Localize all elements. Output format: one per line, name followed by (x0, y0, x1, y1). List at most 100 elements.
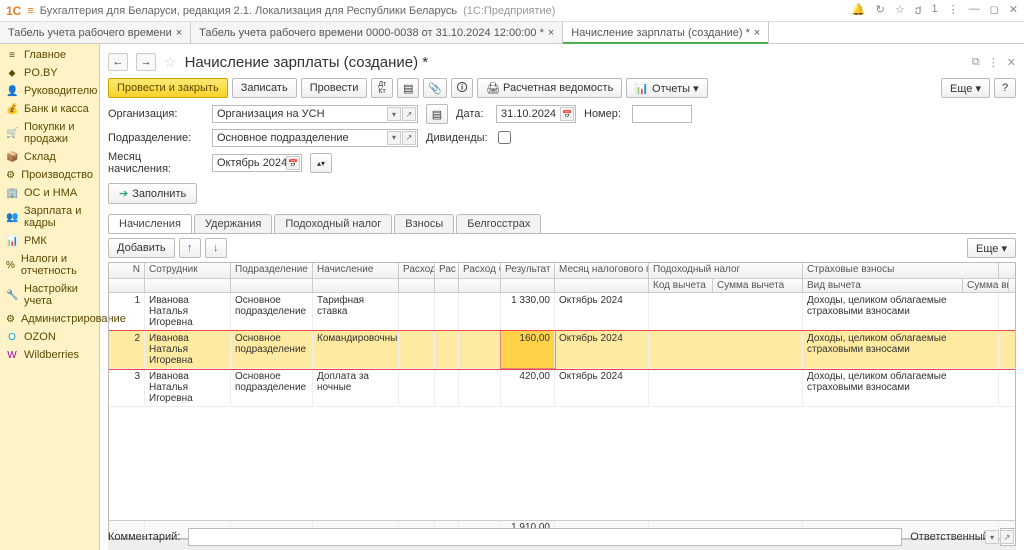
subtab-deductions[interactable]: Удержания (194, 214, 272, 233)
open-icon[interactable]: ↗ (402, 107, 416, 121)
col-result[interactable]: Результат (501, 263, 555, 278)
dropdown-icon[interactable]: ▾ (387, 107, 401, 121)
table-row[interactable]: 2Иванова Наталья ИгоревнаОсновное подраз… (109, 331, 1015, 369)
open-icon[interactable]: ↗ (1000, 530, 1014, 544)
month-field[interactable]: Октябрь 2024📅 (212, 154, 302, 172)
attach-button[interactable]: 📎 (423, 78, 447, 98)
responsible-field[interactable]: 1▾↗ (1000, 528, 1016, 546)
date-field[interactable]: 31.10.2024📅 (496, 105, 576, 123)
subtab-belgosstrakh[interactable]: Белгосстрах (456, 214, 541, 233)
sidebar-item-rmk[interactable]: 📊РМК (0, 232, 99, 250)
sidebar-item-ozon[interactable]: OOZON (0, 328, 99, 346)
subtab-contributions[interactable]: Взносы (394, 214, 454, 233)
sidebar-item-salary[interactable]: 👥Зарплата и кадры (0, 202, 99, 232)
dividends-checkbox[interactable] (498, 131, 511, 144)
cell-result[interactable]: 160,00 (501, 331, 555, 368)
base-doc-button[interactable]: ▤ (397, 78, 419, 98)
post-and-close-button[interactable]: Провести и закрыть (108, 78, 228, 98)
col-tax-period[interactable]: Месяц налогового периода (555, 263, 649, 278)
open-icon[interactable]: ↗ (402, 131, 416, 145)
calendar-icon[interactable]: 📅 (560, 107, 574, 121)
move-down-button[interactable]: ↓ (205, 238, 227, 258)
col-sum-vy[interactable]: Сумма вы (963, 279, 1009, 292)
close-doc-icon[interactable]: ✕ (1007, 56, 1016, 69)
col-employee[interactable]: Сотрудник (145, 263, 231, 278)
close-tab-icon[interactable]: × (176, 27, 182, 39)
sidebar-item-poby[interactable]: ⬥PO.BY (0, 64, 99, 82)
col-future-ext[interactable]: Расход будущих... (459, 263, 501, 278)
table-row[interactable]: 3Иванова Наталья ИгоревнаОсновное подраз… (109, 369, 1015, 407)
sidebar-item-stock[interactable]: 📦Склад (0, 148, 99, 166)
menu-icon[interactable]: ⋮ (948, 3, 959, 18)
hamburger-icon[interactable]: ≡ (27, 5, 33, 17)
history-icon[interactable]: ↻ (876, 3, 885, 18)
more-button[interactable]: Еще ▾ (941, 78, 990, 98)
dropdown-icon[interactable]: ▾ (985, 530, 999, 544)
sidebar-label: ОС и НМА (24, 187, 77, 199)
bell-icon[interactable]: 🔔 (852, 3, 866, 18)
maximize-icon[interactable]: ◻ (990, 3, 999, 18)
sidebar-item-tax[interactable]: %Налоги и отчетность (0, 250, 99, 280)
dropdown-icon[interactable]: ▾ (387, 131, 401, 145)
info-button[interactable]: 🛈 (451, 78, 473, 98)
col-deduction-code[interactable]: Код вычета (649, 279, 713, 292)
doc-tab-2[interactable]: Начисление зарплаты (создание) *× (563, 22, 769, 43)
star-icon[interactable]: ☆ (895, 3, 905, 18)
col-income-tax[interactable]: Подоходный налог (649, 263, 803, 278)
close-icon[interactable]: ✕ (1009, 3, 1018, 18)
save-button[interactable]: Записать (232, 78, 297, 98)
doc-tab-0[interactable]: Табель учета рабочего времени× (0, 22, 191, 43)
document-content: ← → ☆ Начисление зарплаты (создание) * ⧉… (100, 44, 1024, 550)
sidebar-item-prod[interactable]: ⚙Производство (0, 166, 99, 184)
sidebar-item-admin[interactable]: ⚙Администрирование (0, 310, 99, 328)
one-icon[interactable]: 1 (932, 3, 938, 18)
tab-more-button[interactable]: Еще ▾ (967, 238, 1016, 258)
org-open-button[interactable]: ▤ (426, 104, 448, 124)
col-future-bud[interactable]: Рас буд (435, 263, 459, 278)
search-icon[interactable]: Ქ (915, 3, 922, 18)
nav-forward-button[interactable]: → (136, 53, 156, 71)
calendar-icon[interactable]: 📅 (286, 156, 300, 170)
cell-insurance: Доходы, целиком облагаемые страховыми вз… (803, 369, 999, 406)
detach-icon[interactable]: ⧉ (972, 56, 980, 69)
add-row-button[interactable]: Добавить (108, 238, 175, 258)
sidebar-item-manager[interactable]: 👤Руководителю (0, 82, 99, 100)
help-button[interactable]: ? (994, 78, 1016, 98)
col-accrual[interactable]: Начисление (313, 263, 399, 278)
comment-field[interactable] (188, 528, 902, 546)
cell-result[interactable]: 1 330,00 (501, 293, 555, 330)
fill-button[interactable]: ➔Заполнить (108, 183, 197, 204)
sidebar-item-assets[interactable]: 🏢ОС и НМА (0, 184, 99, 202)
post-button[interactable]: Провести (301, 78, 368, 98)
dtkt-button[interactable]: Дт Кт (371, 78, 393, 98)
col-deduction-sum[interactable]: Сумма вычета (713, 279, 803, 292)
col-deduction-type[interactable]: Вид вычета (803, 279, 963, 292)
dep-field[interactable]: Основное подразделение▾↗ (212, 129, 418, 147)
options-icon[interactable]: ⋮ (988, 56, 999, 69)
org-field[interactable]: Организация на УСН▾↗ (212, 105, 418, 123)
minimize-icon[interactable]: — (969, 3, 980, 18)
close-tab-icon[interactable]: × (548, 27, 554, 39)
doc-tab-1[interactable]: Табель учета рабочего времени 0000-0038 … (191, 22, 563, 43)
table-row[interactable]: 1Иванова Наталья ИгоревнаОсновное подраз… (109, 293, 1015, 331)
sidebar-item-main[interactable]: ≡Главное (0, 46, 99, 64)
move-up-button[interactable]: ↑ (179, 238, 201, 258)
subtab-accruals[interactable]: Начисления (108, 214, 192, 233)
nav-back-button[interactable]: ← (108, 53, 128, 71)
col-insurance[interactable]: Страховые взносы (803, 263, 999, 278)
number-field[interactable] (632, 105, 692, 123)
sidebar-item-trade[interactable]: 🛒Покупки и продажи (0, 118, 99, 148)
print-button[interactable]: 🖨Расчетная ведомость (477, 78, 622, 98)
col-n[interactable]: N (109, 263, 145, 278)
reports-button[interactable]: 📊Отчеты ▾ (626, 78, 707, 98)
month-spinner[interactable]: ▴▾ (310, 153, 332, 173)
subtab-income-tax[interactable]: Подоходный налог (274, 214, 392, 233)
sidebar-item-bank[interactable]: 💰Банк и касса (0, 100, 99, 118)
col-department[interactable]: Подразделение (231, 263, 313, 278)
favorite-star-icon[interactable]: ☆ (164, 54, 177, 71)
sidebar-item-settings[interactable]: 🔧Настройки учета (0, 280, 99, 310)
col-future-exp[interactable]: Расход будущ. (399, 263, 435, 278)
close-tab-icon[interactable]: × (754, 27, 760, 39)
sidebar-item-wb[interactable]: WWildberries (0, 346, 99, 364)
cell-result[interactable]: 420,00 (501, 369, 555, 406)
